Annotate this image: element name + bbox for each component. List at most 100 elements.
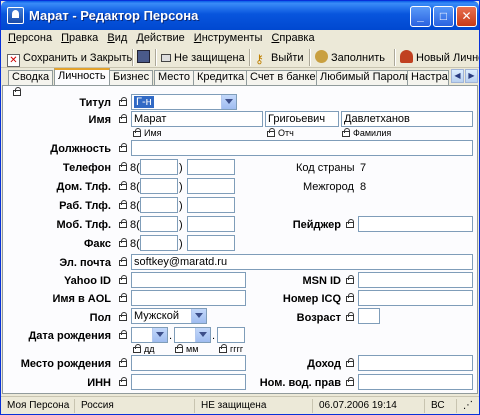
resize-grip-icon[interactable]: ⋰	[459, 399, 477, 413]
lock-icon[interactable]	[133, 344, 141, 353]
lock-icon[interactable]	[119, 114, 127, 123]
tab-bank-account[interactable]: Счет в банке	[246, 70, 320, 85]
protection-label: Не защищена	[174, 52, 245, 64]
patronymic-input[interactable]: Григоьевич	[265, 111, 339, 127]
lock-icon[interactable]	[342, 128, 350, 137]
last-name-input[interactable]: Давлетханов	[341, 111, 473, 127]
work-phone-area-input[interactable]	[140, 197, 178, 213]
menu-help[interactable]: Справка	[268, 30, 317, 46]
lock-icon[interactable]	[119, 97, 127, 106]
title-select[interactable]: Г-н	[131, 94, 237, 110]
menu-tools[interactable]: Инструменты	[191, 30, 266, 46]
tab-credit-card[interactable]: Кредитка	[193, 70, 249, 85]
tab-identity[interactable]: Личность	[54, 68, 110, 85]
tab-summary[interactable]: Сводка	[8, 70, 54, 85]
menu-person[interactable]: Персона	[5, 30, 55, 46]
lock-icon[interactable]	[346, 275, 354, 284]
tab-business[interactable]: Бизнес	[109, 70, 154, 85]
tab-settings[interactable]: Настра	[407, 70, 449, 85]
email-input[interactable]: softkey@maratd.ru	[131, 254, 473, 270]
chevron-down-icon[interactable]	[221, 95, 236, 109]
close-button[interactable]: ✕	[456, 6, 477, 27]
month-caption: мм	[186, 344, 199, 354]
lock-icon[interactable]	[346, 219, 354, 228]
lock-icon[interactable]	[346, 358, 354, 367]
birth-year-input[interactable]	[217, 327, 245, 343]
lock-icon[interactable]	[119, 293, 127, 302]
exit-button[interactable]: ⚷ Выйти	[255, 50, 304, 66]
tab-favorite-password[interactable]: Любимый Пароль	[316, 70, 415, 85]
home-phone-number-input[interactable]	[187, 178, 235, 194]
lock-icon[interactable]	[346, 312, 354, 321]
birth-day-select[interactable]	[131, 327, 168, 343]
tab-place[interactable]: Место	[154, 70, 194, 85]
intercity-value: 8	[360, 181, 367, 193]
lock-icon[interactable]	[133, 128, 141, 137]
lock-icon[interactable]	[346, 293, 354, 302]
phone-number-input[interactable]	[187, 159, 235, 175]
chevron-down-icon[interactable]	[191, 309, 206, 323]
save-close-icon: ✕	[7, 54, 20, 67]
title-bar[interactable]: Марат - Редактор Персона _ □ ✕	[1, 1, 479, 30]
gender-select-value: Мужской	[134, 310, 179, 322]
lock-icon[interactable]	[219, 344, 227, 353]
home-phone-area-input[interactable]	[140, 178, 178, 194]
protection-button[interactable]: Не защищена	[161, 50, 245, 66]
chevron-down-icon[interactable]	[152, 328, 167, 342]
lock-icon[interactable]	[119, 143, 127, 152]
birthplace-input[interactable]	[131, 355, 246, 371]
aol-name-input[interactable]	[131, 290, 246, 306]
phone-area-input[interactable]	[140, 159, 178, 175]
position-input[interactable]	[131, 140, 473, 156]
menu-edit[interactable]: Правка	[58, 30, 101, 46]
lock-icon[interactable]	[119, 238, 127, 247]
yahoo-id-input[interactable]	[131, 272, 246, 288]
lock-icon[interactable]	[119, 377, 127, 386]
gender-select[interactable]: Мужской	[131, 308, 207, 324]
menu-action[interactable]: Действие	[133, 30, 187, 46]
save-close-button[interactable]: ✕ Сохранить и Закрыть	[7, 50, 133, 67]
save-button[interactable]	[137, 50, 153, 66]
lock-icon[interactable]	[119, 181, 127, 190]
first-name-input[interactable]: Марат	[131, 111, 263, 127]
age-label: Возраст	[296, 312, 341, 324]
mobile-phone-area-input[interactable]	[140, 216, 178, 232]
maximize-button[interactable]: □	[433, 6, 454, 27]
tab-scroll-left-icon[interactable]: ◀	[451, 69, 464, 83]
lock-icon[interactable]	[13, 87, 21, 96]
fax-number-input[interactable]	[187, 235, 235, 251]
license-label: Ном. вод. прав	[259, 377, 341, 389]
fax-area-input[interactable]	[140, 235, 178, 251]
tab-scroll-right-icon[interactable]: ▶	[465, 69, 478, 83]
birth-month-select[interactable]	[174, 327, 211, 343]
icq-number-input[interactable]	[358, 290, 473, 306]
lock-icon[interactable]	[267, 128, 275, 137]
chevron-down-icon[interactable]	[195, 328, 210, 342]
menu-view[interactable]: Вид	[104, 30, 130, 46]
lock-icon[interactable]	[119, 257, 127, 266]
lock-icon[interactable]	[346, 377, 354, 386]
minimize-button[interactable]: _	[410, 6, 431, 27]
lock-icon[interactable]	[119, 330, 127, 339]
lock-icon[interactable]	[175, 344, 183, 353]
lock-icon[interactable]	[119, 219, 127, 228]
lock-icon[interactable]	[119, 312, 127, 321]
save-close-label: Сохранить и Закрыть	[23, 52, 133, 64]
income-input[interactable]	[358, 355, 473, 371]
lock-icon[interactable]	[119, 275, 127, 284]
age-input[interactable]	[358, 308, 380, 324]
home-phone-paren: )	[179, 181, 183, 193]
inn-input[interactable]	[131, 374, 246, 390]
fill-button[interactable]: Заполнить	[315, 50, 385, 66]
mobile-phone-number-input[interactable]	[187, 216, 235, 232]
new-person-button[interactable]: Новый Личность	[400, 50, 479, 66]
lock-icon[interactable]	[119, 358, 127, 367]
work-phone-number-input[interactable]	[187, 197, 235, 213]
lock-icon[interactable]	[119, 162, 127, 171]
lock-icon[interactable]	[119, 200, 127, 209]
license-input[interactable]	[358, 374, 473, 390]
pager-input[interactable]	[358, 216, 473, 232]
work-phone-paren: )	[179, 200, 183, 212]
msn-id-input[interactable]	[358, 272, 473, 288]
name-label: Имя	[88, 114, 111, 126]
